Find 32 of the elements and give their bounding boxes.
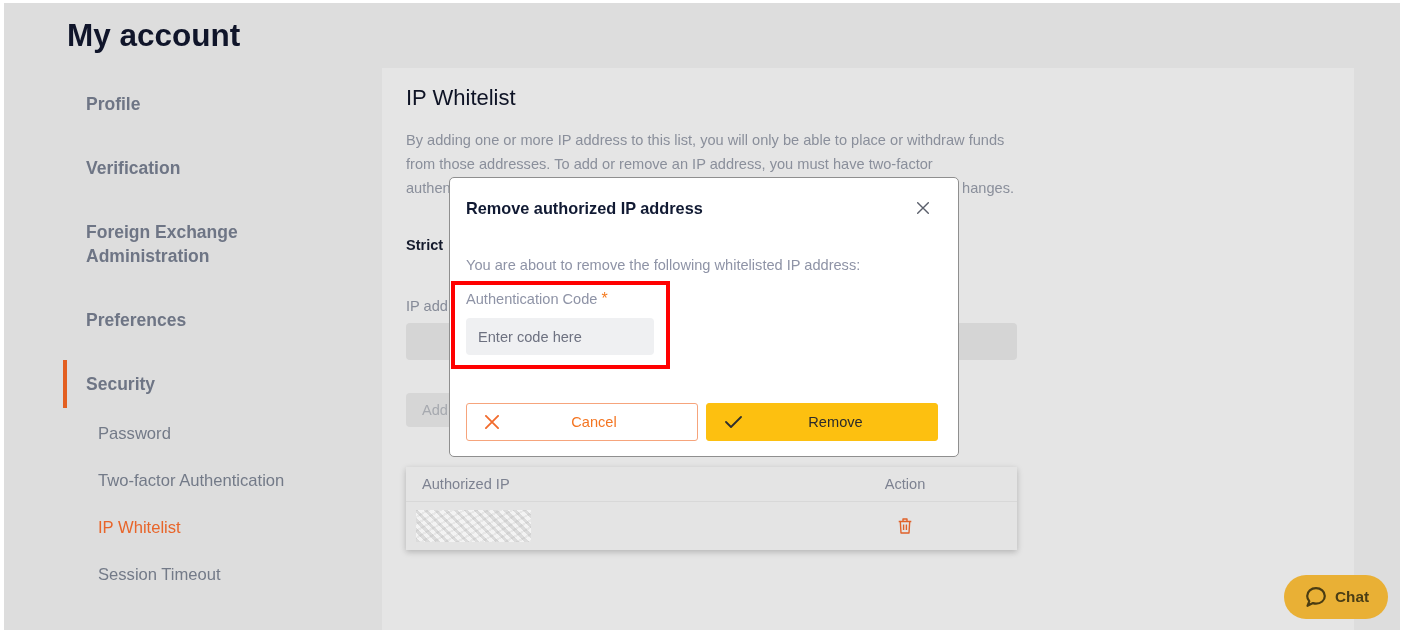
field-label: IP add [406,297,448,316]
sidebar-item[interactable]: Security [63,360,156,408]
sidebar-subitem[interactable]: Session Timeout [98,551,221,598]
section-heading: IP Whitelist [406,84,516,112]
sidebar-subitem[interactable]: IP Whitelist [98,504,181,551]
required-mark: * [601,289,608,309]
page-title: My account [66,16,241,55]
column-header: Authorized IP [422,475,510,494]
speech-bubble-icon [1306,587,1326,607]
trash-icon [898,518,912,534]
remove-button[interactable]: Remove [706,403,938,441]
cancel-button[interactable]: Cancel [466,403,698,441]
close-icon [917,202,929,214]
sidebar-subitem[interactable]: Two-factor Authentication [98,457,285,504]
sidebar-item[interactable]: Verification [63,144,181,192]
x-icon [485,415,499,429]
dialog-message: You are about to remove the following whitelisted IP address: [466,256,861,275]
dialog-title: Remove authorized IP address [466,198,703,219]
sidebar-item[interactable]: Foreign Exchange Administration [63,208,286,280]
delete-button[interactable] [898,518,912,534]
column-header: Action [883,475,927,494]
chat-button[interactable]: Chat [1284,575,1388,619]
setting-label: Strict [406,236,444,255]
check-icon [725,416,742,428]
sidebar-item[interactable]: Profile [63,80,141,128]
description-text-fragment: hanges. [962,179,1014,198]
field-label: Authentication Code [466,290,598,309]
description-text-fragment: authen [406,179,451,198]
code-input[interactable]: Enter code here [466,318,654,355]
sidebar-item[interactable]: Preferences [63,296,187,344]
sidebar-subitem[interactable]: Password [98,410,171,457]
close-button[interactable] [917,202,929,214]
